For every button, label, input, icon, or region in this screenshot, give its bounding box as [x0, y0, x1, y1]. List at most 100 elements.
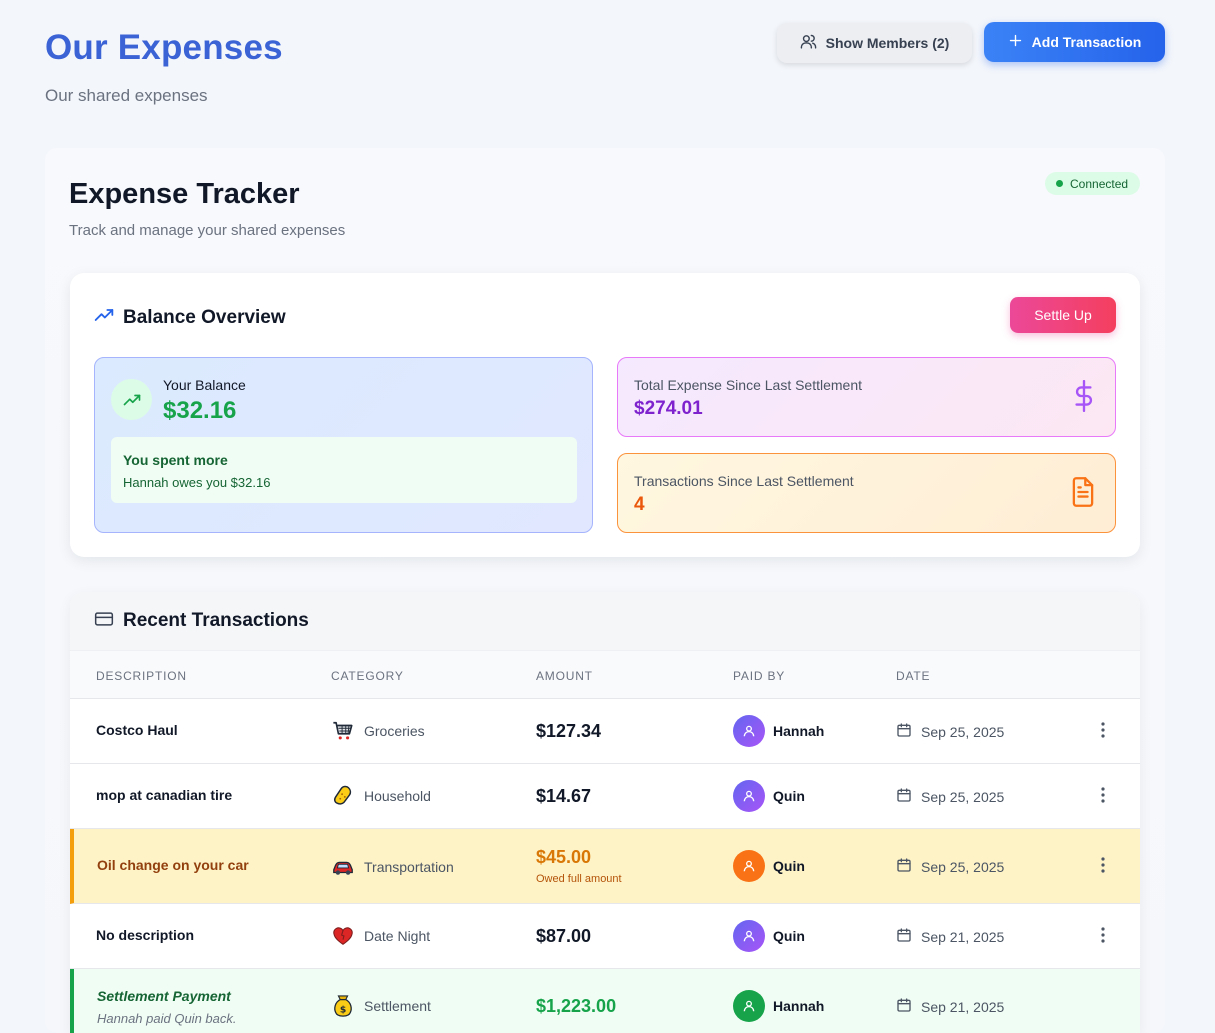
avatar — [733, 920, 765, 952]
your-balance-amount: $32.16 — [163, 397, 237, 424]
row-date: Sep 21, 2025 — [896, 927, 1004, 946]
avatar — [733, 990, 765, 1022]
balance-overview-header: Balance Overview — [94, 305, 286, 330]
row-amount: $1,223.00 — [536, 996, 617, 1016]
row-date-label: Sep 25, 2025 — [921, 858, 1005, 875]
total-expense-label: Total Expense Since Last Settlement — [634, 377, 863, 393]
trending-up-icon — [94, 305, 114, 330]
row-amount: $14.67 — [536, 786, 592, 806]
balance-note-text: Hannah owes you $32.16 — [123, 475, 271, 490]
row-category: $ Settlement — [331, 994, 431, 1018]
recent-transactions-title: Recent Transactions — [123, 610, 309, 631]
column-description: DESCRIPTION — [96, 669, 187, 683]
payer-name: Hannah — [773, 998, 825, 1014]
column-date: DATE — [896, 669, 931, 683]
row-amount: $87.00 — [536, 926, 592, 946]
row-paid-by: Hannah — [733, 715, 824, 747]
table-row[interactable]: Costco Haul Groceries $127.34 Hannah Sep… — [70, 699, 1140, 764]
transaction-count-card: Transactions Since Last Settlement 4 — [617, 453, 1116, 533]
row-date-label: Sep 21, 2025 — [921, 998, 1005, 1015]
table-row[interactable]: mop at canadian tire Household $14.67 Qu… — [70, 764, 1140, 829]
row-category: Groceries — [331, 719, 425, 743]
row-category-label: Household — [364, 788, 431, 804]
calendar-icon — [896, 857, 912, 876]
your-balance-card: Your Balance $32.16 You spent more Hanna… — [94, 357, 593, 533]
payer-name: Hannah — [773, 723, 825, 739]
svg-text:$: $ — [340, 1004, 346, 1015]
row-category: Transportation — [331, 855, 454, 879]
row-date: Sep 25, 2025 — [896, 857, 1004, 876]
row-description: No description — [96, 927, 195, 943]
total-expense-value: $274.01 — [634, 398, 703, 419]
balance-note-title: You spent more — [123, 452, 228, 468]
row-date-label: Sep 25, 2025 — [921, 788, 1005, 805]
heart-icon — [331, 924, 355, 948]
row-date: Sep 25, 2025 — [896, 722, 1004, 741]
connection-status-label: Connected — [1070, 176, 1129, 191]
status-dot-icon — [1056, 180, 1063, 187]
page-subtitle: Our shared expenses — [45, 86, 208, 105]
page-title: Our Expenses — [45, 28, 283, 67]
column-category: CATEGORY — [331, 669, 404, 683]
add-transaction-button[interactable]: Add Transaction — [984, 22, 1165, 62]
row-amount: $45.00 — [536, 847, 592, 867]
recent-transactions-header: Recent Transactions — [70, 592, 1140, 650]
show-members-button[interactable]: Show Members (2) — [777, 23, 972, 63]
table-row[interactable]: Settlement Payment Hannah paid Quin back… — [70, 969, 1140, 1033]
row-category-label: Transportation — [364, 859, 454, 875]
more-options-icon[interactable] — [1096, 855, 1110, 875]
more-options-icon[interactable] — [1096, 785, 1110, 805]
row-date: Sep 25, 2025 — [896, 787, 1004, 806]
settlement-note: Hannah paid Quin back. — [97, 1011, 237, 1026]
row-description: Settlement Payment — [97, 988, 231, 1004]
row-description: Costco Haul — [96, 722, 178, 738]
row-category-label: Settlement — [364, 998, 431, 1014]
table-row[interactable]: No description Date Night $87.00 Quin Se… — [70, 904, 1140, 969]
more-options-icon[interactable] — [1096, 925, 1110, 945]
calendar-icon — [896, 927, 912, 946]
balance-overview-card: Balance Overview Settle Up Your Balance … — [70, 273, 1140, 557]
your-balance-label: Your Balance — [163, 377, 246, 393]
expense-tracker-panel: Expense Tracker Track and manage your sh… — [45, 148, 1165, 1033]
payer-name: Quin — [773, 928, 805, 944]
row-date-label: Sep 21, 2025 — [921, 928, 1005, 945]
balance-overview-title: Balance Overview — [123, 306, 286, 328]
recent-transactions-card: Recent Transactions DESCRIPTION CATEGORY… — [70, 592, 1140, 1033]
avatar — [733, 780, 765, 812]
dollar-icon — [1071, 379, 1097, 417]
payer-name: Quin — [773, 858, 805, 874]
payer-name: Quin — [773, 788, 805, 804]
calendar-icon — [896, 787, 912, 806]
calendar-icon — [896, 997, 912, 1016]
car-icon — [331, 855, 355, 879]
credit-card-icon — [94, 609, 114, 634]
money-bag-icon: $ — [331, 994, 355, 1018]
settle-up-button[interactable]: Settle Up — [1010, 297, 1116, 333]
row-paid-by: Quin — [733, 780, 805, 812]
transaction-count-label: Transactions Since Last Settlement — [634, 473, 854, 489]
column-paid-by: PAID BY — [733, 669, 786, 683]
tracker-subtitle: Track and manage your shared expenses — [69, 222, 346, 239]
row-category-label: Date Night — [364, 928, 431, 944]
row-date: Sep 21, 2025 — [896, 997, 1004, 1016]
column-amount: AMOUNT — [536, 669, 593, 683]
balance-trend-icon — [111, 379, 152, 420]
row-description: Oil change on your car — [97, 857, 249, 873]
sponge-icon — [331, 784, 355, 808]
row-category: Household — [331, 784, 431, 808]
more-options-icon[interactable] — [1096, 720, 1110, 740]
connection-status-badge: Connected — [1045, 172, 1141, 195]
table-row[interactable]: Oil change on your car Transportation $4… — [70, 829, 1140, 904]
total-expense-card: Total Expense Since Last Settlement $274… — [617, 357, 1116, 437]
transaction-count-value: 4 — [634, 494, 645, 515]
page-header: Our Expenses Our shared expenses — [45, 28, 283, 106]
row-date-label: Sep 25, 2025 — [921, 723, 1005, 740]
table-header: DESCRIPTION CATEGORY AMOUNT PAID BY DATE — [70, 650, 1140, 699]
calendar-icon — [896, 722, 912, 741]
row-paid-by: Quin — [733, 850, 805, 882]
row-category-label: Groceries — [364, 723, 425, 739]
add-transaction-label: Add Transaction — [1031, 34, 1142, 50]
balance-note: You spent more Hannah owes you $32.16 — [111, 437, 577, 503]
avatar — [733, 850, 765, 882]
document-icon — [1069, 476, 1097, 513]
